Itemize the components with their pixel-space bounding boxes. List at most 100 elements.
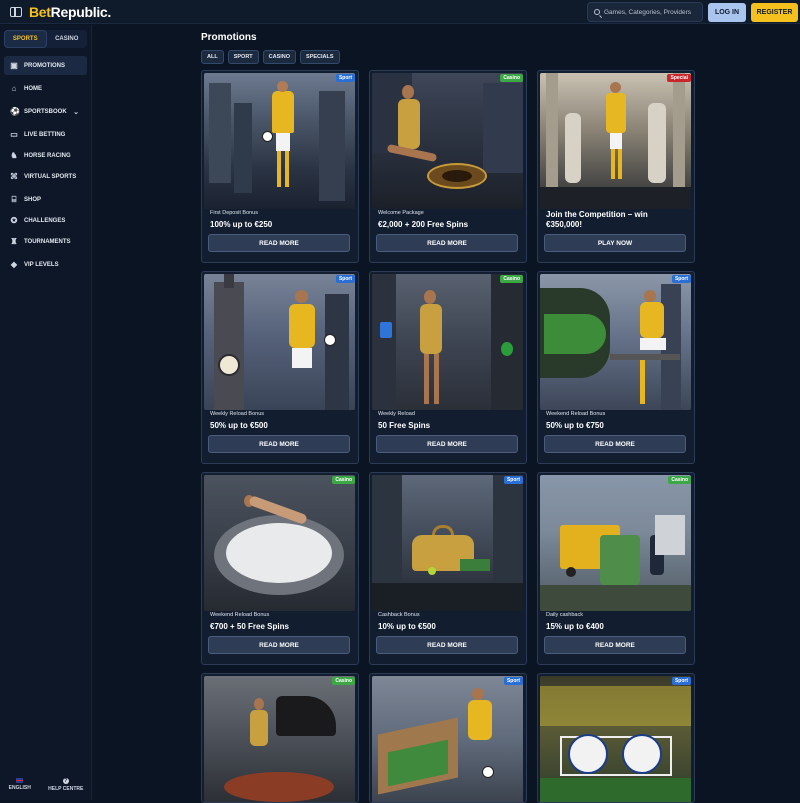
top-header: BetRepublic. LOG IN REGISTER [0, 0, 800, 24]
promo-subtitle: Weekly Reload Bonus [210, 411, 265, 417]
sidebar-item-label: SHOP [24, 197, 42, 203]
filter-sport[interactable]: SPORT [227, 50, 259, 64]
promo-subtitle: First Deposit Bonus [210, 210, 258, 216]
promo-image-statues-hall [540, 73, 691, 209]
logo-part-bet: Bet [29, 3, 51, 20]
sidebar-item-vip-levels[interactable]: ◆ VIP LEVELS [0, 255, 91, 275]
read-more-button[interactable]: READ MORE [208, 234, 350, 252]
sidebar-item-live-betting[interactable]: ▭ LIVE BETTING [0, 125, 91, 145]
read-more-button[interactable]: READ MORE [208, 636, 350, 654]
logo-part-republic: Republic. [50, 3, 112, 20]
promo-subtitle: Weekend Reload Bonus [210, 612, 270, 618]
main-content: Promotions ALL SPORT CASINO SPECIALS Spo… [92, 25, 800, 803]
sidebar-item-sportsbook[interactable]: ⚽ SPORTSBOOK ⌄ [0, 102, 91, 122]
shop-icon: ⌸ [11, 195, 17, 204]
sidebar-item-label: VIP LEVELS [24, 262, 59, 268]
sidebar-item-tournaments[interactable]: ♜ TOURNAMENTS [0, 232, 91, 252]
promo-card[interactable]: Casino Welcome Package €2,000 + 200 Free… [369, 70, 527, 263]
sidebar-item-promotions[interactable]: ▣ PROMOTIONS [4, 56, 87, 75]
category-badge: Sport [671, 677, 691, 685]
language-selector[interactable]: ENGLISH [9, 778, 31, 792]
promo-filters: ALL SPORT CASINO SPECIALS [201, 50, 340, 64]
promo-title: 50 Free Spins [378, 421, 431, 430]
search-input[interactable] [604, 8, 699, 16]
promo-subtitle: Daily cashback [546, 612, 583, 618]
help-centre-link[interactable]: ? HELP CENTRE [48, 778, 83, 792]
sidebar-item-label: VIRTUAL SPORTS [24, 174, 77, 180]
read-more-button[interactable]: READ MORE [544, 636, 686, 654]
category-badge: Casino [332, 677, 355, 685]
category-badge: Casino [668, 476, 691, 484]
promo-image-table-football [372, 676, 523, 802]
promo-image-clock-tower [204, 274, 355, 410]
read-more-button[interactable]: READ MORE [376, 234, 518, 252]
sidebar-item-home[interactable]: ⌂ HOME [0, 79, 91, 99]
category-badge: Sport [335, 74, 355, 82]
sidebar-item-label: CHALLENGES [24, 218, 66, 224]
promo-image-stadium-screen [540, 274, 691, 410]
promo-subtitle: Cashback Bonus [378, 612, 420, 618]
promo-title: 50% up to €500 [210, 421, 268, 430]
category-badge: Sport [335, 275, 355, 283]
category-badge: Sport [503, 677, 523, 685]
chevron-down-icon[interactable]: ⌄ [73, 108, 79, 116]
promo-card[interactable]: Sport First Deposit Bonus 100% up to €25… [201, 70, 359, 263]
promo-card[interactable]: Special Join the Competition – win €350,… [537, 70, 695, 263]
promo-card[interactable]: Sport [369, 673, 527, 803]
sidebar-toggle-icon[interactable] [10, 6, 22, 17]
promo-card[interactable]: Sport Weekend Reload Bonus 50% up to €75… [537, 271, 695, 464]
diamond-icon: ◆ [10, 260, 18, 269]
promo-image-cash-truck [540, 475, 691, 611]
promo-card[interactable]: Casino [201, 673, 359, 803]
sidebar-item-horse-racing[interactable]: ♞ HORSE RACING [0, 146, 91, 166]
promo-card[interactable]: Casino Daily cashback 15% up to €400 REA… [537, 472, 695, 665]
promo-image-golden-bag [372, 475, 523, 611]
promo-card[interactable]: Casino Weekend Reload Bonus €700 + 50 Fr… [201, 472, 359, 665]
language-label: ENGLISH [8, 785, 31, 791]
login-button[interactable]: LOG IN [708, 3, 746, 22]
sidebar-item-label: LIVE BETTING [24, 132, 66, 138]
sidebar: SPORTS CASINO ▣ PROMOTIONS ⌂ HOME ⚽ SPOR… [0, 25, 92, 800]
read-more-button[interactable]: READ MORE [544, 435, 686, 453]
tab-casino[interactable]: CASINO [47, 30, 88, 48]
promo-title: 50% up to €750 [546, 421, 604, 430]
sidebar-item-label: TOURNAMENTS [24, 239, 71, 245]
search-icon [594, 9, 600, 15]
live-icon: ▭ [10, 130, 18, 139]
register-button[interactable]: REGISTER [751, 3, 798, 22]
read-more-button[interactable]: READ MORE [208, 435, 350, 453]
sidebar-item-shop[interactable]: ⌸ SHOP [0, 190, 91, 210]
sidebar-tabs: SPORTS CASINO [4, 30, 87, 48]
trophy-icon: ♜ [10, 237, 18, 246]
promo-title: 100% up to €250 [210, 220, 273, 229]
promo-subtitle: Weekend Reload Bonus [546, 411, 606, 417]
promo-image-footballer-city [204, 73, 355, 209]
filter-casino[interactable]: CASINO [262, 50, 297, 64]
promo-title: 10% up to €500 [378, 622, 436, 631]
play-now-button[interactable]: PLAY NOW [544, 234, 686, 252]
read-more-button[interactable]: READ MORE [376, 435, 518, 453]
promo-title: Join the Competition – win €350,000! [546, 210, 648, 229]
category-badge: Casino [332, 476, 355, 484]
tab-sports[interactable]: SPORTS [4, 30, 47, 48]
sidebar-item-virtual-sports[interactable]: ⌘ VIRTUAL SPORTS [0, 167, 91, 187]
sidebar-item-label: HORSE RACING [24, 153, 71, 159]
promo-subtitle: Welcome Package [378, 210, 424, 216]
read-more-button[interactable]: READ MORE [376, 636, 518, 654]
promo-image-slot-machine-lady [372, 274, 523, 410]
promo-card[interactable]: Sport Weekly Reload Bonus 50% up to €500… [201, 271, 359, 464]
filter-specials[interactable]: SPECIALS [300, 50, 340, 64]
promo-card[interactable]: Casino Weekly Reload 50 Free Spins READ … [369, 271, 527, 464]
help-icon: ? [62, 778, 69, 784]
brand-logo[interactable]: BetRepublic. [29, 4, 111, 20]
category-badge: Casino [500, 74, 523, 82]
horse-icon: ♞ [10, 151, 18, 160]
promo-card[interactable]: Sport Cashback Bonus 10% up to €500 READ… [369, 472, 527, 665]
promo-card[interactable]: Sport [537, 673, 695, 803]
category-badge: Casino [500, 275, 523, 283]
virtual-icon: ⌘ [10, 172, 18, 181]
search-box[interactable] [587, 2, 703, 22]
sidebar-item-challenges[interactable]: ✪ CHALLENGES [0, 211, 91, 231]
filter-all[interactable]: ALL [201, 50, 224, 64]
sidebar-item-label: PROMOTIONS [24, 62, 66, 69]
